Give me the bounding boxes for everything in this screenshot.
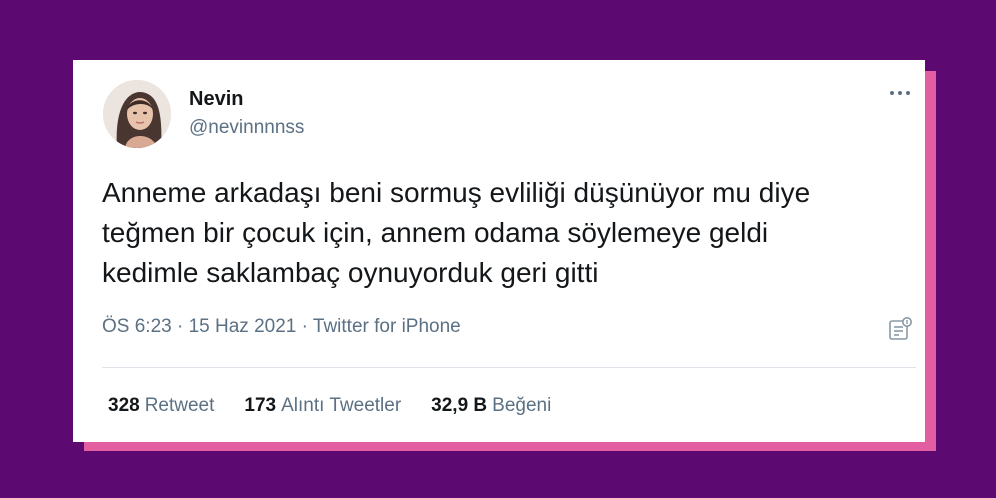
stat-value: 32,9 B — [431, 395, 488, 416]
tweet-text-line: kedimle saklambaç oynuyorduk geri gitti — [102, 257, 599, 288]
tweet-text: Anneme arkadaşı beni sormuş evliliği düş… — [102, 173, 902, 293]
tweet-meta: ÖS 6:23 · 15 Haz 2021 · Twitter for iPho… — [102, 316, 461, 338]
stat-label: Beğeni — [492, 395, 552, 416]
tweet-source[interactable]: Twitter for iPhone — [313, 316, 461, 337]
analytics-icon[interactable] — [887, 316, 913, 342]
author-handle[interactable]: @nevinnnnss — [189, 117, 304, 139]
stat-label: Alıntı Tweetler — [281, 395, 402, 416]
retweet-count[interactable]: 328 Retweet — [108, 395, 214, 417]
more-horizontal-icon[interactable] — [885, 84, 915, 102]
divider — [102, 367, 916, 368]
stat-value: 173 — [244, 395, 277, 416]
like-count[interactable]: 32,9 B Beğeni — [431, 395, 551, 417]
tweet-text-line: Anneme arkadaşı beni sormuş evliliği düş… — [102, 177, 811, 208]
meta-separator: · — [301, 316, 313, 337]
stat-label: Retweet — [144, 395, 215, 416]
tweet-time[interactable]: ÖS 6:23 — [102, 316, 172, 337]
dot — [890, 91, 894, 95]
meta-separator: · — [177, 316, 189, 337]
avatar[interactable] — [103, 80, 171, 148]
author-name[interactable]: Nevin — [189, 88, 243, 111]
tweet-date[interactable]: 15 Haz 2021 — [189, 316, 297, 337]
dot — [906, 91, 910, 95]
dot — [898, 91, 902, 95]
tweet-text-line: teğmen bir çocuk için, annem odama söyle… — [102, 217, 769, 248]
tweet-stats: 328 Retweet 173 Alıntı Tweetler 32,9 B Beğe… — [108, 395, 551, 417]
stat-value: 328 — [108, 395, 140, 416]
avatar-image — [103, 80, 171, 148]
quote-tweet-count[interactable]: 173 Alıntı Tweetler — [244, 395, 401, 417]
tweet-card: Nevin @nevinnnnss Anneme arkadaşı beni s… — [73, 60, 925, 442]
